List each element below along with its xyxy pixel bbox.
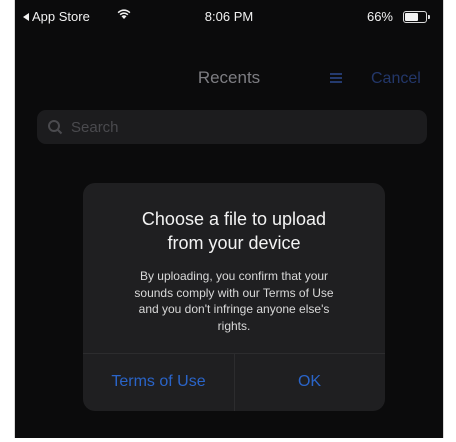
alert-message-line: By uploading, you confirm that your <box>139 269 329 283</box>
alert-message: By uploading, you confirm that your soun… <box>103 268 365 334</box>
battery-percent: 66% <box>366 9 393 24</box>
cancel-button[interactable]: Cancel <box>371 70 421 88</box>
search-icon <box>48 120 63 135</box>
status-bar: App Store 8:06 PM 66% <box>15 0 443 32</box>
battery-icon <box>403 11 430 23</box>
alert-message-line: sounds comply with our Terms of Use <box>134 285 334 300</box>
search-input[interactable]: Search <box>37 110 427 144</box>
search-placeholder: Search <box>71 119 119 136</box>
upload-alert-dialog: Choose a file to upload from your device… <box>83 183 385 411</box>
alert-message-line: and you don't infringe anyone else's <box>138 302 330 316</box>
alert-message-line: rights. <box>217 318 251 333</box>
phone-screen: App Store 8:06 PM 66% Recents Cancel Sea… <box>14 0 444 438</box>
list-view-icon[interactable] <box>329 71 343 85</box>
alert-title-line: Choose a file to upload <box>141 209 327 229</box>
terms-of-use-button[interactable]: Terms of Use <box>83 365 234 399</box>
ok-button[interactable]: OK <box>234 365 385 399</box>
alert-title: Choose a file to upload from your device <box>83 207 385 255</box>
alert-title-line: from your device <box>167 233 301 253</box>
